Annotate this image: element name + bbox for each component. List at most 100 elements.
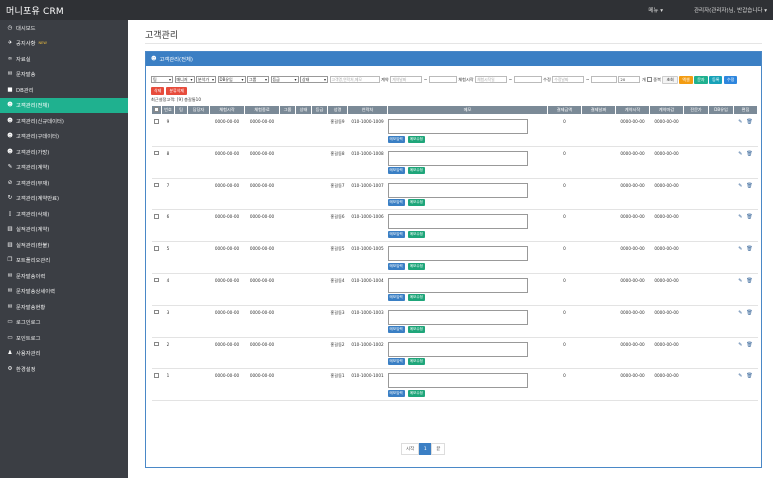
memo-input-button[interactable]: 메모입력 <box>387 294 405 302</box>
memo-textarea[interactable] <box>387 277 528 293</box>
memo-edit-button[interactable]: 메모수정 <box>407 262 425 270</box>
memo-edit-button[interactable]: 메모수정 <box>407 326 425 334</box>
row-checkbox[interactable] <box>154 214 159 219</box>
trash-icon[interactable]: 🗑 <box>746 342 752 348</box>
contract-date-from[interactable]: 계약날짜 <box>390 75 423 84</box>
edit-pencil-icon[interactable]: ✎ <box>738 310 742 316</box>
memo-textarea[interactable] <box>387 150 528 166</box>
memo-input-button[interactable]: 메모입력 <box>387 262 405 270</box>
row-checkbox[interactable] <box>154 119 159 124</box>
memo-input-button[interactable]: 메모입력 <box>387 358 405 366</box>
memo-textarea[interactable] <box>387 341 528 357</box>
trash-icon[interactable]: 🗑 <box>746 246 752 252</box>
memo-edit-button[interactable]: 메모수정 <box>407 199 425 207</box>
row-checkbox[interactable] <box>154 246 159 251</box>
sidebar-item[interactable]: ▥ 실적관리(환불) <box>0 237 128 253</box>
memo-input-button[interactable]: 메모입력 <box>387 135 405 143</box>
row-checkbox[interactable] <box>154 309 159 315</box>
sidebar-item[interactable]: ▭ 로그인로그 <box>0 315 128 331</box>
sidebar-item[interactable]: ✉ 문자발송상세이력 <box>0 284 128 300</box>
trial-date-from[interactable]: 체험시작일 <box>475 75 508 84</box>
brand-logo[interactable]: 머니포유 CRM <box>6 4 64 17</box>
sidebar-item[interactable]: ⊘ 고객관리(부재) <box>0 175 128 191</box>
sidebar-item[interactable]: ☻ 고객관리(전체) <box>0 97 128 113</box>
trash-icon[interactable]: 🗑 <box>746 119 752 125</box>
trash-icon[interactable]: 🗑 <box>746 310 752 316</box>
sidebar-item[interactable]: ♟ 사용자관리 <box>0 346 128 362</box>
sms-button[interactable]: 문자 <box>694 75 708 84</box>
memo-edit-button[interactable]: 메모수정 <box>407 389 425 397</box>
memo-edit-button[interactable]: 메모수정 <box>407 358 425 366</box>
page-first[interactable]: 시작 <box>401 443 420 455</box>
edit-pencil-icon[interactable]: ✎ <box>738 183 742 189</box>
select-all-header[interactable] <box>151 105 162 115</box>
memo-input-button[interactable]: 메모입력 <box>387 167 405 175</box>
excel-button[interactable]: 엑셀 <box>679 75 693 84</box>
memo-input-button[interactable]: 메모입력 <box>387 326 405 334</box>
sidebar-item[interactable]: ■ DB관리 <box>0 82 128 98</box>
analyst-select[interactable]: 분석가 <box>196 75 216 84</box>
trash-icon[interactable]: 🗑 <box>746 278 752 284</box>
db-source-select[interactable]: DB유입 <box>217 75 246 84</box>
row-checkbox[interactable] <box>154 341 159 347</box>
row-checkbox[interactable] <box>154 182 159 188</box>
edit-pencil-icon[interactable]: ✎ <box>738 342 742 348</box>
edit-pencil-icon[interactable]: ✎ <box>738 214 742 220</box>
grade-select[interactable]: 등급 <box>270 75 299 84</box>
edit-pencil-icon[interactable]: ✎ <box>738 119 742 125</box>
sidebar-item[interactable]: ▯ 고객관리(삭제) <box>0 206 128 222</box>
team-select[interactable]: 팀 <box>151 75 173 84</box>
memo-textarea[interactable] <box>387 373 528 389</box>
sidebar-item[interactable]: ∞ 자료실 <box>0 51 128 67</box>
delete-button[interactable]: 삭제 <box>151 87 165 95</box>
memo-textarea[interactable] <box>387 214 528 230</box>
sidebar-item[interactable]: ☻ 고객관리(신규데이터) <box>0 113 128 129</box>
page-current[interactable]: 1 <box>419 443 432 455</box>
row-checkbox[interactable] <box>154 277 159 283</box>
trash-icon[interactable]: 🗑 <box>746 183 752 189</box>
memo-textarea[interactable] <box>387 246 528 262</box>
memo-textarea[interactable] <box>387 119 528 134</box>
memo-input-button[interactable]: 메모입력 <box>387 199 405 207</box>
memo-edit-button[interactable]: 메모수정 <box>407 167 425 175</box>
register-button[interactable]: 등록 <box>709 75 723 84</box>
page-last[interactable]: 끝 <box>431 443 446 455</box>
modified-date-to[interactable] <box>590 75 617 84</box>
status-select[interactable]: 상태 <box>300 75 328 84</box>
duplicate-checkbox[interactable] <box>647 77 652 82</box>
trial-date-to[interactable] <box>513 75 542 84</box>
trash-icon[interactable]: 🗑 <box>746 373 752 379</box>
contract-date-to[interactable] <box>428 75 457 84</box>
select-all-checkbox[interactable] <box>154 107 159 112</box>
row-checkbox[interactable] <box>154 373 159 378</box>
modify-button[interactable]: 수정 <box>723 75 738 84</box>
trash-icon[interactable]: 🗑 <box>746 214 752 220</box>
edit-pencil-icon[interactable]: ✎ <box>738 373 742 379</box>
sidebar-item[interactable]: ⚙ 환경설정 <box>0 361 128 377</box>
sidebar-item[interactable]: ✉ 문자발송이력 <box>0 268 128 284</box>
memo-edit-button[interactable]: 메모수정 <box>407 294 425 302</box>
reset-button[interactable]: 초회 <box>662 75 678 84</box>
top-menu-dropdown[interactable]: 메뉴 ▾ <box>648 6 663 14</box>
edit-pencil-icon[interactable]: ✎ <box>738 278 742 284</box>
memo-edit-button[interactable]: 메모수정 <box>407 135 425 143</box>
search-input[interactable]: 고객명,연락처,메모 <box>329 75 380 84</box>
edit-pencil-icon[interactable]: ✎ <box>738 151 742 157</box>
sidebar-item[interactable]: ☻ 고객관리(가망) <box>0 144 128 160</box>
sidebar-item[interactable]: ✈ 공지사항 NEW <box>0 36 128 52</box>
memo-input-button[interactable]: 메모입력 <box>387 389 405 397</box>
category-delete-button[interactable]: 분류삭제 <box>166 87 188 95</box>
group-select[interactable]: 그룹 <box>247 75 269 84</box>
sidebar-item[interactable]: ↻ 고객관리(계약만료) <box>0 191 128 207</box>
sidebar-item[interactable]: ❒ 포트폴리오관리 <box>0 253 128 269</box>
page-size-input[interactable]: 20 <box>618 75 641 84</box>
sidebar-item[interactable]: ▭ 포인트로그 <box>0 330 128 346</box>
memo-edit-button[interactable]: 메모수정 <box>407 230 425 238</box>
edit-pencil-icon[interactable]: ✎ <box>738 246 742 252</box>
sidebar-item[interactable]: ✉ 문자발송 <box>0 67 128 83</box>
manager-select[interactable]: 매니저 <box>174 75 195 84</box>
memo-textarea[interactable] <box>387 309 528 325</box>
user-dropdown[interactable]: 관리자(관리자)님, 반갑습니다 ▾ <box>694 6 767 14</box>
modified-date-from[interactable]: 수정날짜 <box>552 75 585 84</box>
sidebar-item[interactable]: ☻ 고객관리(구데이터) <box>0 129 128 145</box>
